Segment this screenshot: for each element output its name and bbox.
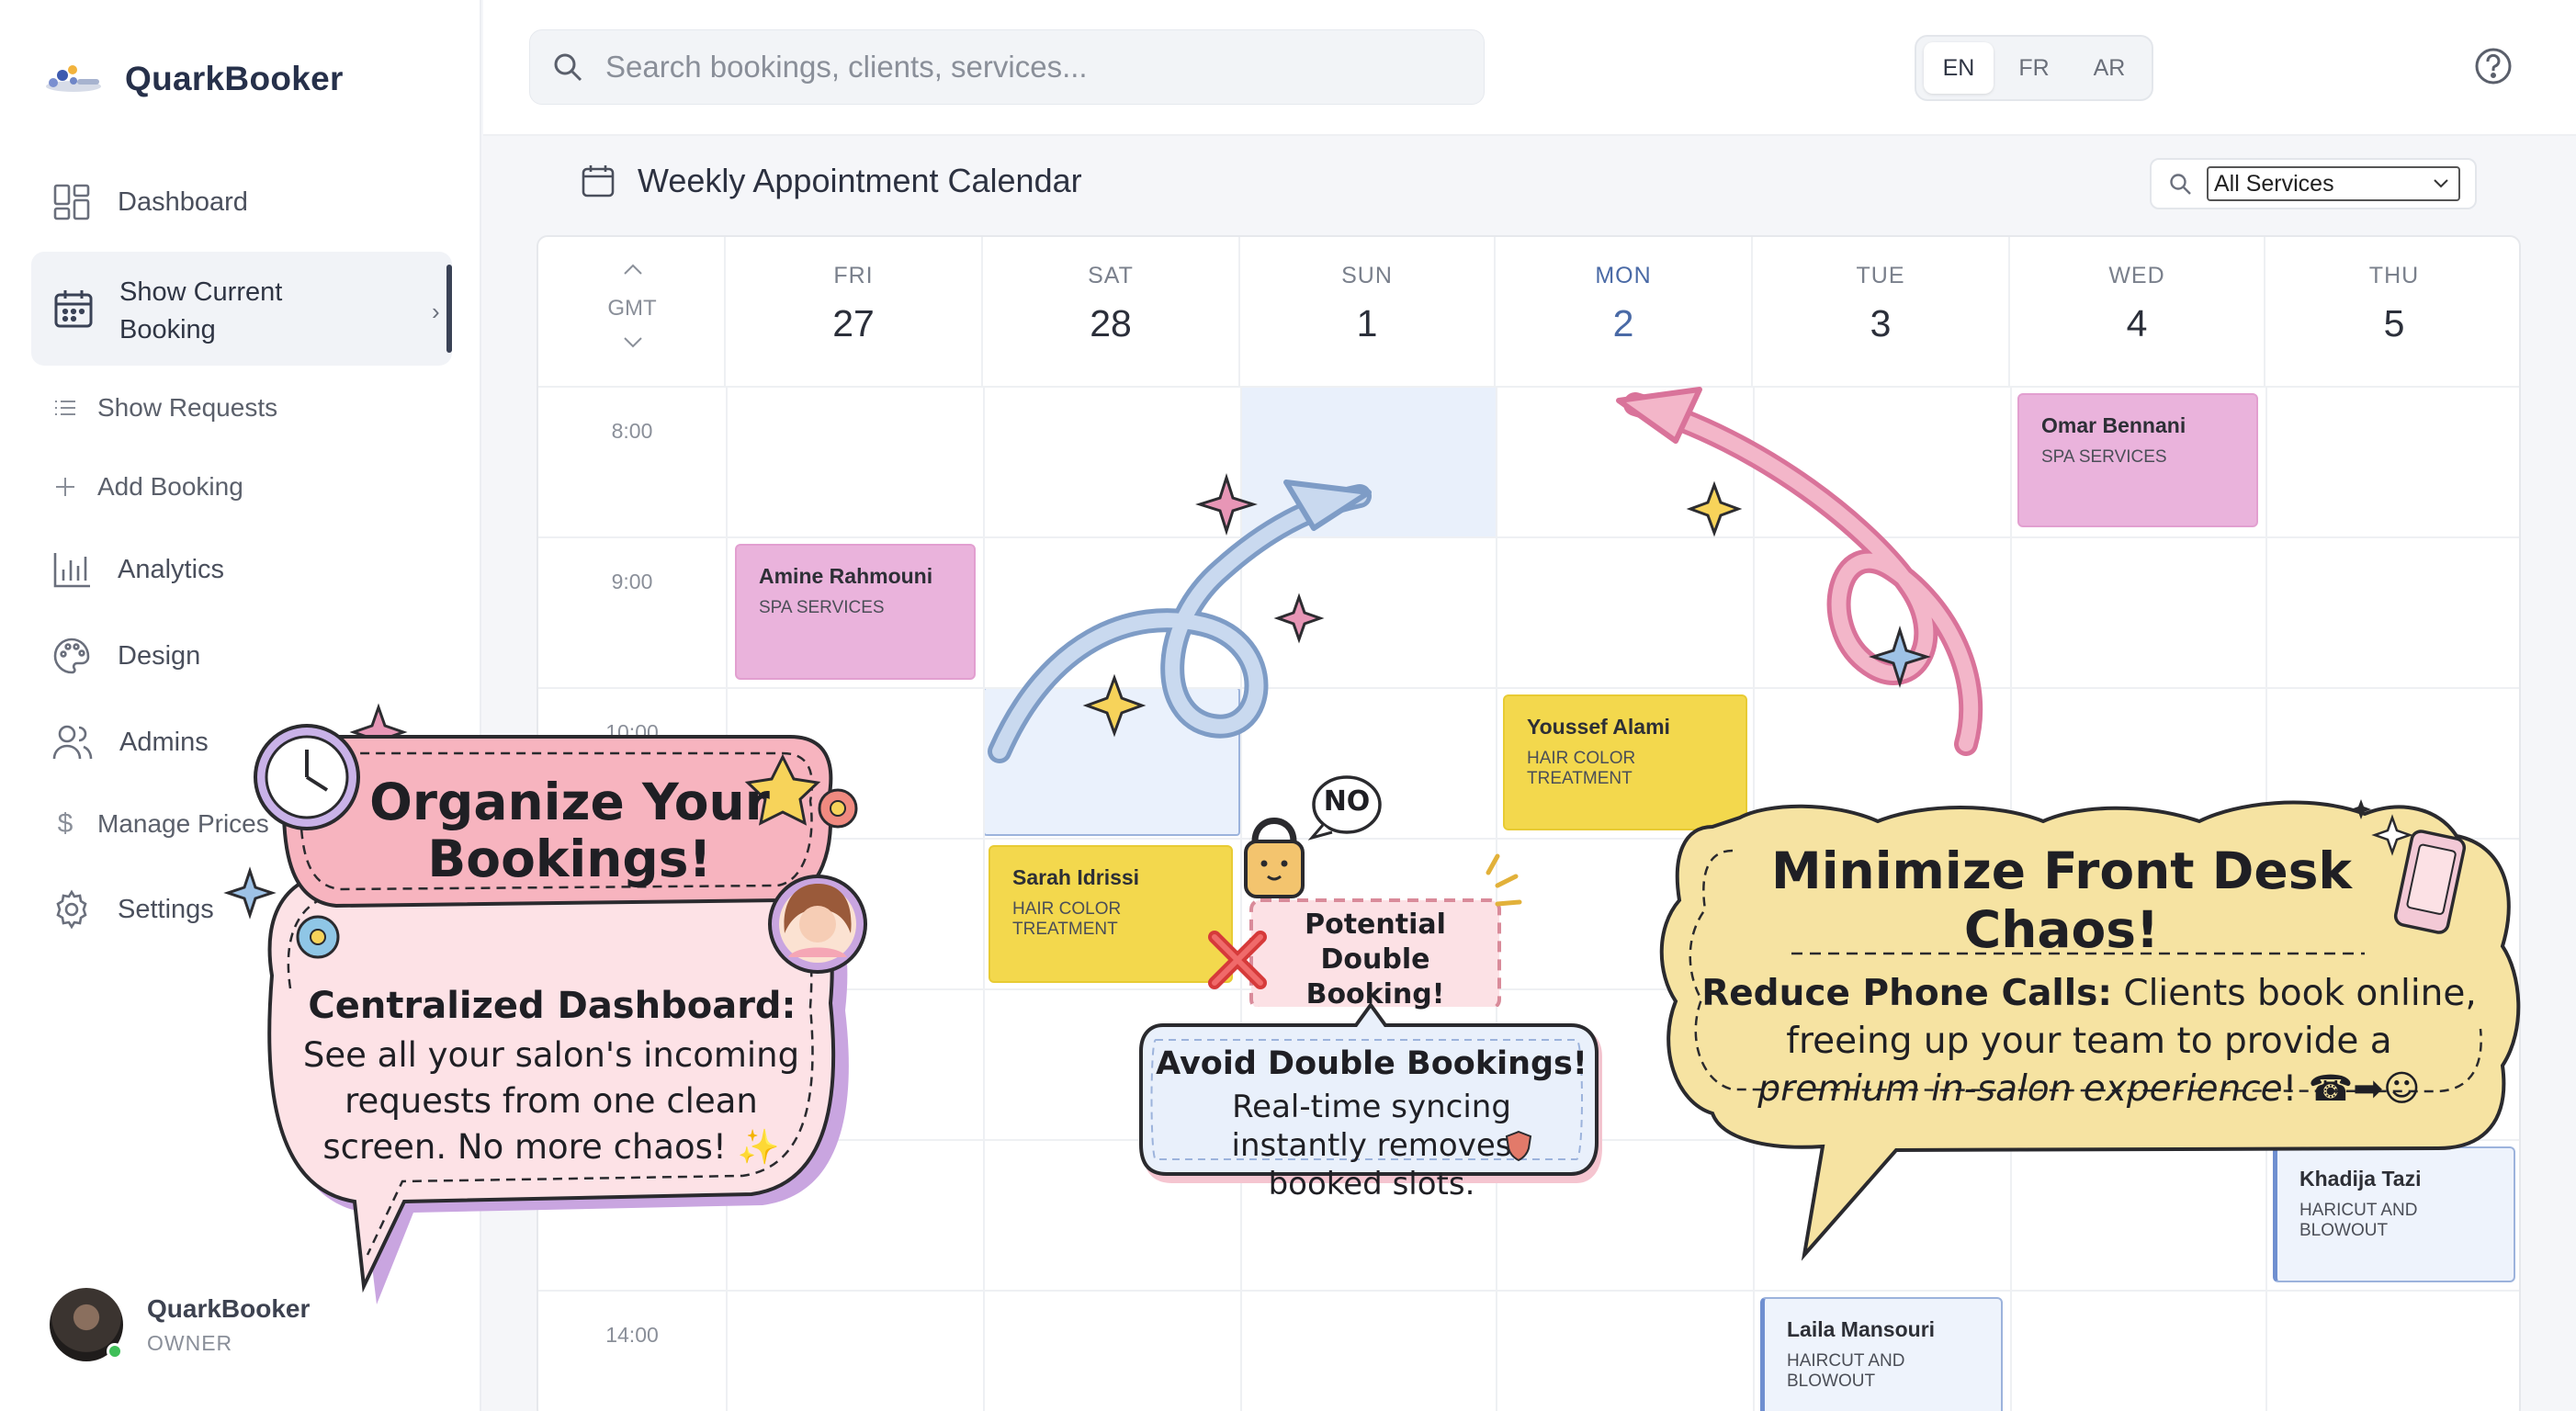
promo-front-desk-emphasis: premium in-salon experience [1757, 1068, 2283, 1110]
promo-organize: Organize Your Bookings! Centralized Dash… [248, 717, 873, 1304]
promo-organize-title: Organize Your Bookings! [369, 773, 770, 888]
no-badge: NO [1323, 785, 1371, 818]
promo-front-desk-tail: ! ☎➡☺ [2282, 1068, 2421, 1110]
promo-front-desk: Minimize Front Desk Chaos! Reduce Phone … [1648, 790, 2530, 1266]
promo-avoid-title: Avoid Double Bookings! [1156, 1045, 1587, 1082]
shield-icon [1505, 1130, 1532, 1161]
promo-avoid-double: Avoid Double Bookings! Real-time syncing… [1139, 1003, 1604, 1202]
promo-front-desk-title: Minimize Front Desk Chaos! [1770, 841, 2353, 959]
promo-front-desk-lead: Reduce Phone Calls: [1701, 973, 2112, 1014]
double-booking-text: Potential Double Booking! [1305, 909, 1446, 1010]
double-booking-warning: NO Potential Double Booking! [1194, 768, 1543, 1010]
promo-organize-subtitle: Centralized Dashboard: [308, 985, 797, 1027]
promo-organize-body: See all your salon's incoming requests f… [302, 1035, 800, 1167]
app-root: QuarkBooker Dashboard Show Current Booki… [0, 0, 2576, 1411]
promo-front-desk-body: Reduce Phone Calls: Clients book online,… [1694, 970, 2484, 1113]
